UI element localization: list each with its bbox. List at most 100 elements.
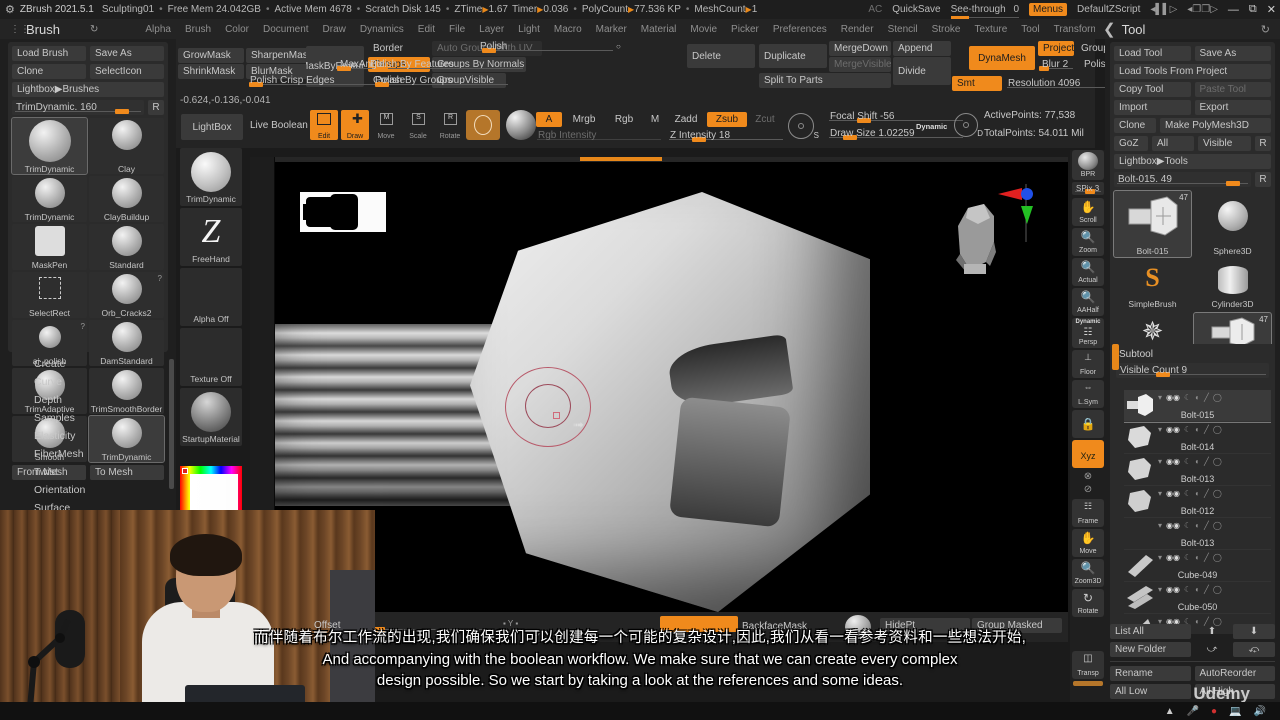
- dynamic-badge[interactable]: Dynamic: [916, 122, 947, 131]
- menu-item-movie[interactable]: Movie: [683, 24, 724, 35]
- local-symmetry-button[interactable]: ⇔ L.Sym: [1072, 380, 1104, 408]
- tool-item-sphere3d[interactable]: Sphere3D: [1194, 191, 1271, 257]
- tool-item-slider[interactable]: Bolt-015. 49: [1114, 172, 1251, 187]
- section-twist[interactable]: Twist: [8, 463, 170, 481]
- drag-handle-icon[interactable]: ⋮⋮: [10, 24, 30, 35]
- visible-count-slider[interactable]: Visible Count 9: [1116, 363, 1269, 378]
- subtool-row-icons[interactable]: ▾ ◉◉ ☾ ◐ ╱ ◯: [1158, 457, 1222, 466]
- dynamic-mode-icon[interactable]: D: [954, 113, 983, 138]
- current-material-swatch[interactable]: [466, 110, 500, 140]
- live-boolean-button[interactable]: Live Boolean: [250, 120, 308, 131]
- brush-item-trimdynamic[interactable]: TrimDynamic: [12, 176, 87, 222]
- subtool-scrollbar[interactable]: [1112, 344, 1119, 370]
- channel-a-button[interactable]: A: [536, 112, 562, 127]
- channel-zadd-button[interactable]: Zadd: [667, 112, 705, 127]
- bpr-button[interactable]: BPR: [1072, 150, 1104, 180]
- load-tools-from-project-button[interactable]: Load Tools From Project: [1114, 64, 1271, 79]
- polish-slider[interactable]: Polish: [476, 39, 616, 54]
- channel-rgb-button[interactable]: Rgb: [606, 112, 642, 127]
- goz-button[interactable]: GoZ: [1114, 136, 1148, 151]
- tool-item-bolt-015-large[interactable]: 47 Bolt-015: [1113, 190, 1192, 258]
- load-brush-button[interactable]: Load Brush: [12, 46, 86, 61]
- slider-icon-1[interactable]: ◂▌▌▷: [1150, 4, 1177, 15]
- brush-help-badge[interactable]: ?: [81, 322, 85, 331]
- reference-image-thumbnail[interactable]: [300, 192, 386, 232]
- paste-tool-button[interactable]: Paste Tool: [1194, 82, 1271, 97]
- menu-item-marker[interactable]: Marker: [589, 24, 634, 35]
- menu-item-tool[interactable]: Tool: [1014, 24, 1046, 35]
- rotate-tool-button[interactable]: ↻ Rotate: [1072, 589, 1104, 617]
- brush-item-orb-cracks2[interactable]: ? Orb_Cracks2: [89, 272, 164, 318]
- lock-button[interactable]: 🔒: [1072, 410, 1104, 438]
- project-button[interactable]: Project: [1038, 41, 1074, 56]
- menu-item-document[interactable]: Document: [256, 24, 316, 35]
- menu-item-draw[interactable]: Draw: [316, 24, 353, 35]
- menu-item-preferences[interactable]: Preferences: [766, 24, 834, 35]
- menu-item-texture[interactable]: Texture: [968, 24, 1015, 35]
- section-curve[interactable]: Curve: [8, 373, 170, 391]
- divide-button[interactable]: Divide: [893, 57, 951, 85]
- brush-item-damstandard[interactable]: DamStandard: [89, 320, 164, 366]
- lightbox-brushes-button[interactable]: Lightbox▶Brushes: [12, 82, 164, 97]
- move-button[interactable]: M Move: [372, 110, 400, 140]
- subtool-row[interactable]: ▾ ◉◉ ☾ ◐ ╱ ◯ Bolt-013: [1124, 454, 1271, 486]
- channel-mrgb-button[interactable]: Mrgb: [564, 112, 604, 127]
- brush-item-claybuildup[interactable]: ClayBuildup: [89, 176, 164, 222]
- goz-all-button[interactable]: All: [1152, 136, 1194, 151]
- menu-item-edit[interactable]: Edit: [411, 24, 442, 35]
- stroke-selector[interactable]: Z FreeHand: [180, 208, 242, 266]
- menus-toggle[interactable]: Menus: [1029, 3, 1068, 16]
- smt-button[interactable]: Smt: [952, 76, 1002, 91]
- channel-m-button[interactable]: M: [644, 112, 666, 127]
- scroll-button[interactable]: ✋ Scroll: [1072, 198, 1104, 226]
- save-as-button[interactable]: Save As: [90, 46, 164, 61]
- rotate-button[interactable]: R Rotate: [436, 110, 464, 140]
- move-tool-button[interactable]: ✋ Move: [1072, 529, 1104, 557]
- goz-r-button[interactable]: R: [1255, 136, 1271, 151]
- subtool-row[interactable]: ▾ ◉◉ ☾ ◐ ╱ ◯ Cube-049: [1124, 550, 1271, 582]
- make-polymesh3d-button[interactable]: Make PolyMesh3D: [1160, 118, 1271, 133]
- grow-mask-button[interactable]: GrowMask: [178, 48, 244, 63]
- subtool-row-icons[interactable]: ▾ ◉◉ ☾ ◐ ╱ ◯: [1158, 553, 1222, 562]
- aahalf-button[interactable]: 🔍 AAHalf: [1072, 288, 1104, 316]
- subtool-row-icons[interactable]: ▾ ◉◉ ☾ ◐ ╱ ◯: [1158, 425, 1222, 434]
- subtool-row-icons[interactable]: ▾ ◉◉ ☾ ◐ ╱ ◯: [1158, 585, 1222, 594]
- tool-refresh-icon[interactable]: ↻: [1261, 23, 1280, 36]
- back-chevron-icon[interactable]: ❮: [1103, 20, 1116, 38]
- brush-item-clay[interactable]: Clay: [89, 118, 164, 174]
- menu-item-light[interactable]: Light: [511, 24, 547, 35]
- actual-size-button[interactable]: 🔍 Actual: [1072, 258, 1104, 286]
- layout-icon-1[interactable]: ◂❐❐▷: [1187, 4, 1218, 15]
- menu-item-stencil[interactable]: Stencil: [881, 24, 925, 35]
- brush-size-slider[interactable]: TrimDynamic. 160: [12, 100, 144, 115]
- material-sphere-icon[interactable]: [506, 110, 536, 140]
- subtool-row[interactable]: ▾ ◉◉ ☾ ◐ ╱ ◯ Bolt-014: [1124, 422, 1271, 454]
- viewport[interactable]: ➟: [275, 162, 1068, 612]
- quicksave-button[interactable]: QuickSave: [892, 4, 940, 15]
- canvas-scroll-indicator[interactable]: [580, 157, 662, 161]
- subtool-row[interactable]: ▾ ◉◉ ☾ ◐ ╱ ◯ Bolt-013: [1124, 518, 1271, 550]
- menu-item-material[interactable]: Material: [634, 24, 684, 35]
- draw-button[interactable]: ✚ Draw: [341, 110, 369, 140]
- menu-item-picker[interactable]: Picker: [724, 24, 766, 35]
- menu-item-dynamics[interactable]: Dynamics: [353, 24, 411, 35]
- offset-axis-icons[interactable]: ▪ Y ▪: [503, 619, 518, 628]
- speaker-icon[interactable]: 🔊: [1254, 706, 1266, 717]
- recording-icon[interactable]: ●: [1211, 706, 1217, 717]
- append-button[interactable]: Append: [893, 41, 951, 56]
- channel-zcut-button[interactable]: Zcut: [749, 112, 781, 127]
- subtool-row-icons[interactable]: ▾ ◉◉ ☾ ◐ ╱ ◯: [1158, 393, 1222, 402]
- symmetry-toggle-y[interactable]: ⊗: [1070, 470, 1106, 483]
- brush-item-maskpen[interactable]: MaskPen: [12, 224, 87, 270]
- tool-save-as-button[interactable]: Save As: [1194, 46, 1271, 61]
- restore-button[interactable]: ⧉: [1249, 3, 1257, 16]
- copy-tool-button[interactable]: Copy Tool: [1114, 82, 1191, 97]
- zoom-button[interactable]: 🔍 Zoom: [1072, 228, 1104, 256]
- subtool-row[interactable]: ▾ ◉◉ ☾ ◐ ╱ ◯ Bolt-015: [1124, 390, 1271, 423]
- section-orientation[interactable]: Orientation: [8, 481, 170, 499]
- edit-button[interactable]: Edit: [310, 110, 338, 140]
- shrink-mask-button[interactable]: ShrinkMask: [178, 64, 244, 79]
- polish-by-groups-slider[interactable]: Polish By Groups: [371, 73, 511, 88]
- xyz-button[interactable]: Xyz: [1072, 440, 1104, 468]
- floor-button[interactable]: ⊥ Floor: [1072, 350, 1104, 378]
